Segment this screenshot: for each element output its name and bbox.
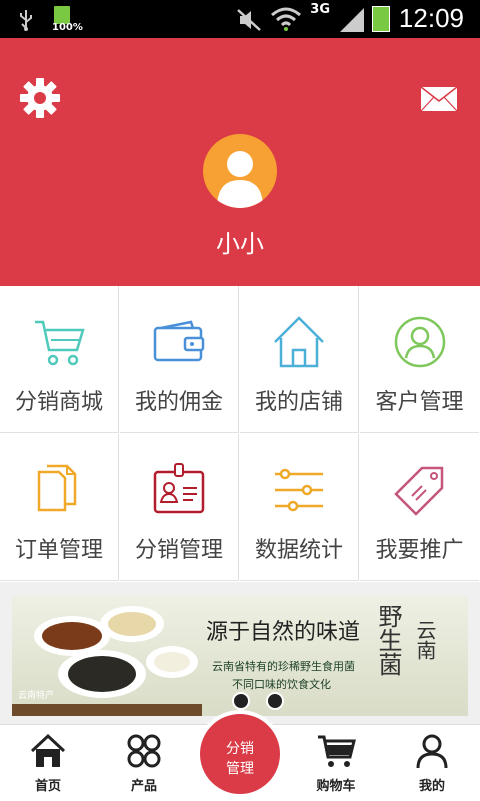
banner-side-text: 野生菌 (374, 604, 402, 676)
nav-label: 我的 (418, 779, 445, 794)
nav-mine[interactable]: 我的 (384, 725, 480, 801)
network-type: 3G (310, 2, 330, 17)
battery-percent: 100% (52, 22, 83, 33)
grid-item-label: 分销商城 (14, 390, 103, 415)
grid-item-label: 数据统计 (254, 538, 343, 563)
nav-home[interactable]: 首页 (0, 725, 96, 801)
center-button-line1: 分销 (226, 741, 254, 757)
banner-title: 源于自然的味道 (206, 620, 361, 645)
banner-subtitle: 不同口味的饮食文化 (232, 678, 331, 691)
grid-item-label: 我要推广 (375, 538, 464, 563)
battery-main-icon (372, 6, 390, 32)
grid-item-label: 分销管理 (134, 538, 223, 563)
grid-item-data-statistics[interactable]: 数据统计 (240, 434, 359, 581)
grid-item-label: 我的店铺 (254, 390, 343, 415)
carousel-dot[interactable] (232, 692, 250, 710)
carousel-dot[interactable] (266, 692, 284, 710)
distribution-management-button[interactable]: 分销 管理 (196, 710, 284, 798)
nav-cart[interactable]: 购物车 (288, 725, 384, 801)
nav-label: 首页 (34, 779, 61, 794)
sliders-icon (275, 468, 323, 512)
grid-item-label: 订单管理 (14, 538, 103, 563)
grid-item-distribution-management[interactable]: 分销管理 (120, 434, 239, 581)
grid-item-order-management[interactable]: 订单管理 (0, 434, 119, 581)
documents-icon (37, 464, 77, 512)
avatar[interactable] (203, 134, 277, 208)
banner-side-text: 云南 (413, 620, 437, 660)
mute-icon (237, 9, 261, 31)
wifi-icon (271, 7, 301, 31)
username: 小小 (216, 230, 264, 258)
user-icon (416, 734, 448, 769)
wallet-icon (153, 320, 205, 362)
usb-icon (20, 10, 32, 31)
grid-clover-icon (127, 734, 161, 768)
house-icon (274, 316, 324, 368)
grid-item-customer-management[interactable]: 客户管理 (360, 286, 479, 433)
clock: 12:09 (398, 3, 464, 33)
grid-item-distribution-mall[interactable]: 分销商城 (0, 286, 119, 433)
nav-label: 购物车 (316, 779, 356, 794)
user-avatar-icon (217, 151, 263, 208)
envelope-icon[interactable] (420, 86, 458, 112)
gear-icon[interactable] (18, 76, 62, 120)
grid-item-label: 我的佣金 (134, 390, 223, 415)
grid-item-promote[interactable]: 我要推广 (360, 434, 479, 581)
grid-item-my-store[interactable]: 我的店铺 (240, 286, 359, 433)
cart-icon (318, 735, 356, 767)
grid-item-label: 客户管理 (375, 390, 464, 415)
profile-header: 小小 (0, 38, 480, 286)
home-icon (30, 733, 66, 767)
user-circle-icon (394, 316, 445, 368)
nav-products[interactable]: 产品 (96, 725, 192, 801)
status-bar: 100% 3G 12:09 (0, 0, 480, 38)
grid-item-my-commission[interactable]: 我的佣金 (120, 286, 239, 433)
banner-subtitle: 云南省特有的珍稀野生食用菌 (212, 660, 355, 673)
tag-icon (393, 466, 443, 516)
cart-icon (35, 320, 85, 366)
nav-label: 产品 (130, 779, 157, 794)
signal-icon (340, 8, 364, 32)
feature-grid: 分销商城 我的佣金 我的店铺 客户管理 订单管理 分销管理 数据统计 我要推广 (0, 286, 480, 582)
center-button-line2: 管理 (226, 761, 254, 777)
id-badge-icon (153, 463, 205, 514)
banner-logo: 云南特产 (18, 691, 55, 701)
